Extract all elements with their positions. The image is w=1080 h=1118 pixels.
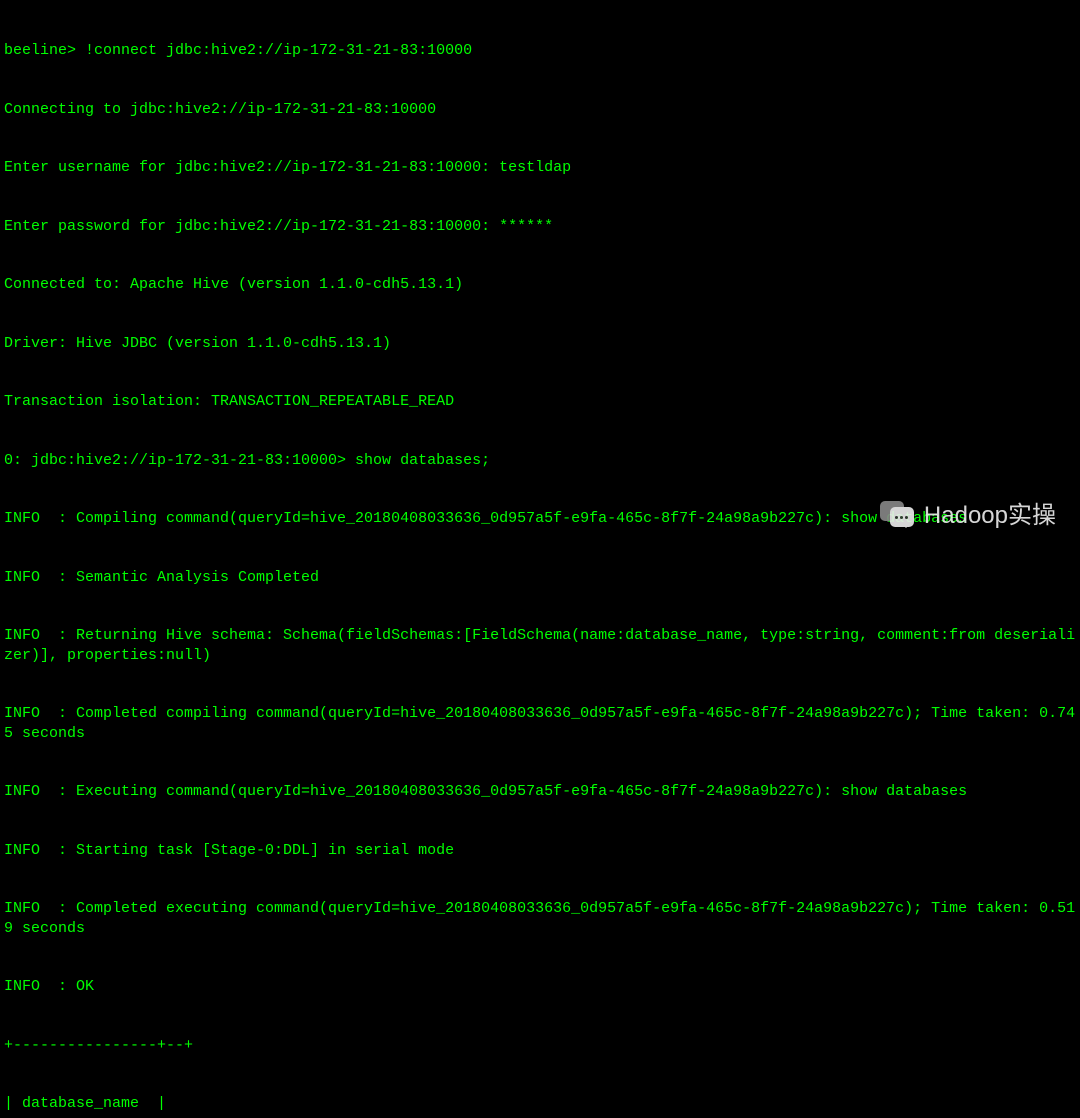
terminal-line: Connecting to jdbc:hive2://ip-172-31-21-…: [4, 100, 1076, 120]
wechat-icon: [878, 497, 916, 535]
table-border: +----------------+--+: [4, 1036, 1076, 1056]
table-header: | database_name |: [4, 1094, 1076, 1114]
terminal-line: Enter password for jdbc:hive2://ip-172-3…: [4, 217, 1076, 237]
watermark-text: Hadoop实操: [924, 500, 1056, 531]
watermark: Hadoop实操: [878, 497, 1056, 535]
terminal-line: Transaction isolation: TRANSACTION_REPEA…: [4, 392, 1076, 412]
terminal-line: Enter username for jdbc:hive2://ip-172-3…: [4, 158, 1076, 178]
terminal-line: beeline> !connect jdbc:hive2://ip-172-31…: [4, 41, 1076, 61]
terminal-line: INFO : Completed compiling command(query…: [4, 704, 1076, 743]
terminal-line: Connected to: Apache Hive (version 1.1.0…: [4, 275, 1076, 295]
terminal-line: INFO : Returning Hive schema: Schema(fie…: [4, 626, 1076, 665]
terminal-line: INFO : Executing command(queryId=hive_20…: [4, 782, 1076, 802]
terminal-line: 0: jdbc:hive2://ip-172-31-21-83:10000> s…: [4, 451, 1076, 471]
terminal-line: Driver: Hive JDBC (version 1.1.0-cdh5.13…: [4, 334, 1076, 354]
terminal-output: beeline> !connect jdbc:hive2://ip-172-31…: [4, 2, 1076, 1118]
terminal-line: INFO : OK: [4, 977, 1076, 997]
terminal-line: INFO : Completed executing command(query…: [4, 899, 1076, 938]
terminal-line: INFO : Starting task [Stage-0:DDL] in se…: [4, 841, 1076, 861]
terminal-line: INFO : Semantic Analysis Completed: [4, 568, 1076, 588]
